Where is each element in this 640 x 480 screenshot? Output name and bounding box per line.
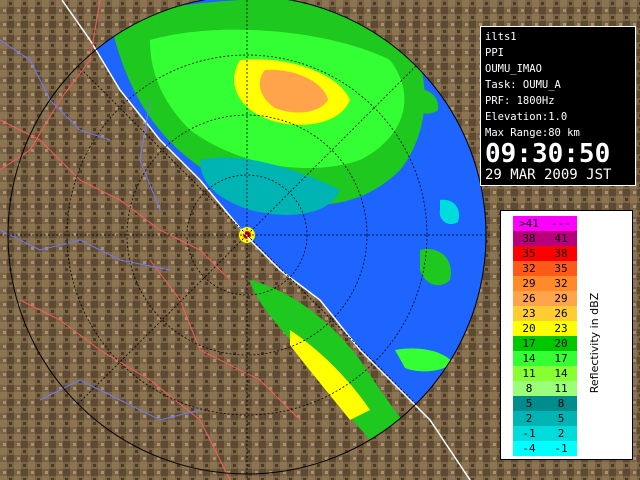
legend-low-value: 11 (522, 367, 536, 380)
scan-name: OUMU_IMAO (485, 63, 542, 75)
legend-high-value: 35 (554, 262, 568, 275)
legend-low-value: -1 (522, 427, 536, 440)
legend-high-value: 41 (554, 232, 568, 245)
legend-low-value: 2 (525, 412, 533, 425)
legend-high-value: 2 (557, 427, 565, 440)
legend-low-value: 26 (522, 292, 536, 305)
legend-high-value: 14 (554, 367, 568, 380)
scan-info-panel: ilts1 PPI OUMU_IMAO Task: OUMU_A PRF: 18… (480, 26, 636, 186)
scan-date: 29 MAR 2009 JST (485, 167, 612, 183)
legend-high-value: 17 (554, 352, 568, 365)
legend-high-value: 11 (554, 382, 568, 395)
max-range-value: Max Range:80 km (485, 127, 580, 139)
legend-high-value: 5 (557, 412, 565, 425)
prf-value: PRF: 1800Hz (485, 95, 555, 107)
legend-low-value: 5 (525, 397, 533, 410)
legend-unit-label: Reflectivity in dBZ (588, 292, 601, 394)
elevation-value: Elevation:1.0 (485, 111, 568, 123)
legend-high-value: 29 (554, 292, 568, 305)
legend-high-value: 32 (554, 277, 568, 290)
legend-low-value: 32 (522, 262, 536, 275)
legend-low-value: -4 (522, 442, 536, 455)
task-name: Task: OUMU_A (485, 79, 561, 91)
legend-low-value: >41 (519, 217, 539, 230)
legend-high-value: 38 (554, 247, 568, 260)
legend-low-value: 23 (522, 307, 536, 320)
product-type: PPI (485, 47, 504, 59)
legend-high-value: 26 (554, 307, 568, 320)
site-name: ilts1 (485, 31, 517, 43)
color-legend: >41 --- 38 41 35 38 32 35 29 32 26 29 23 26 20 23 17 20 14… (500, 210, 633, 460)
legend-low-value: 29 (522, 277, 536, 290)
scan-time: 09:30:50 (485, 139, 611, 169)
legend-high-value: 23 (554, 322, 568, 335)
legend-low-value: 17 (522, 337, 536, 350)
legend-high-value: -1 (554, 442, 568, 455)
legend-low-value: 38 (522, 232, 536, 245)
legend-low-value: 20 (522, 322, 536, 335)
legend-high-value: --- (551, 217, 571, 230)
legend-high-value: 20 (554, 337, 568, 350)
legend-low-value: 8 (525, 382, 533, 395)
legend-low-value: 35 (522, 247, 536, 260)
legend-low-value: 14 (522, 352, 536, 365)
legend-high-value: 8 (557, 397, 565, 410)
